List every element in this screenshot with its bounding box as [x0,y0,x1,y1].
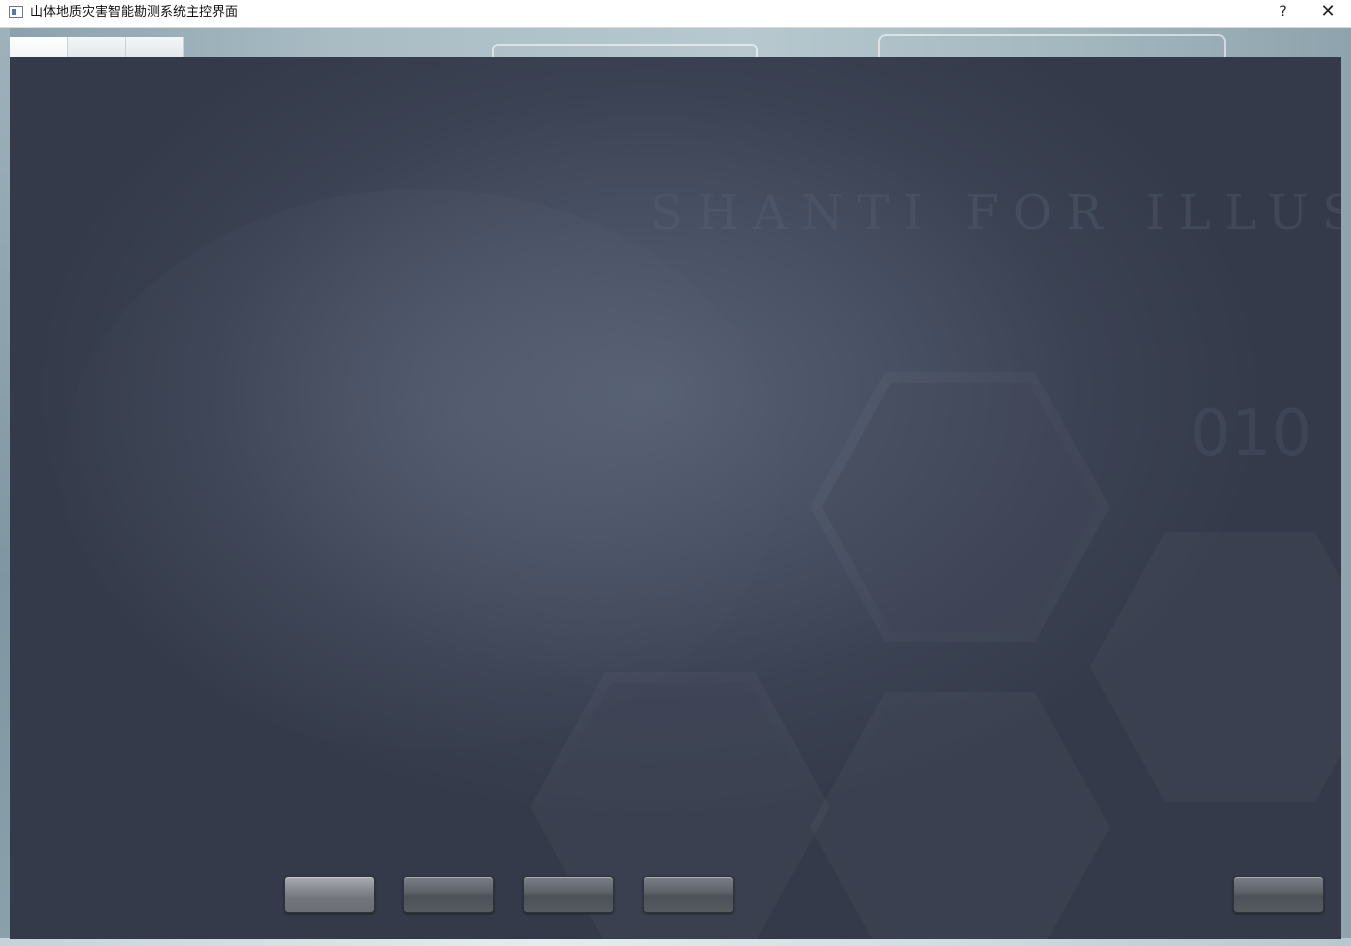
app-window: 山体地质灾害智能勘测系统主控界面 ? ✕ SHANTI FOR ILLUSTRA… [0,0,1351,946]
close-button[interactable]: ✕ [1312,0,1344,26]
background-hexagon [810,372,1110,642]
bottom-button-3[interactable] [523,876,614,913]
title-bar: 山体地质灾害智能勘测系统主控界面 ? ✕ [0,0,1351,28]
bottom-button-4[interactable] [643,876,734,913]
background-left-strip [0,28,10,946]
window-title: 山体地质灾害智能勘测系统主控界面 [30,5,239,20]
app-window-icon [9,6,23,18]
background-bubble [62,189,782,749]
background-bottom-strip [0,938,1351,946]
bottom-button-5[interactable] [1233,876,1324,913]
tab-3[interactable] [126,37,184,57]
background-watermark-digits: 010 [1190,397,1313,471]
tab-2[interactable] [68,37,126,57]
bottom-button-2[interactable] [403,876,494,913]
background-hexagon [810,692,1110,939]
bottom-button-1[interactable] [284,876,375,913]
tab-bar [10,37,184,57]
tab-1[interactable] [10,37,68,57]
background-hexagon [1090,532,1341,802]
help-button[interactable]: ? [1268,0,1298,26]
main-panel: SHANTI FOR ILLUSTRATION 010 [10,57,1341,939]
background-watermark-text: SHANTI FOR ILLUSTRATION [650,185,1341,241]
